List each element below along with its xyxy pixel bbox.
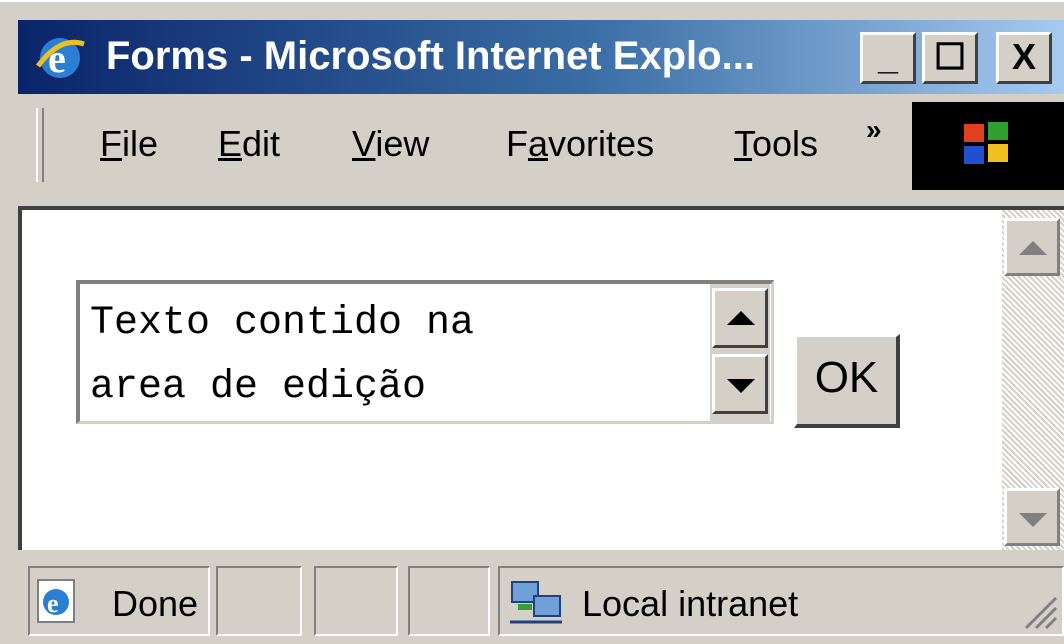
menu-favorites-accel: a xyxy=(528,123,549,164)
arrow-down-icon xyxy=(727,379,755,393)
page-scrollbar[interactable] xyxy=(1002,210,1064,550)
page-scroll-up-button[interactable] xyxy=(1004,218,1060,276)
maximize-icon: ☐ xyxy=(933,36,967,77)
menu-edit-rest: dit xyxy=(242,123,281,164)
menu-bar: File Edit View Favorites Tools » xyxy=(18,96,1064,192)
ok-button[interactable]: OK xyxy=(794,334,900,428)
browser-window: e Forms - Microsoft Internet Explo... _ … xyxy=(0,0,1064,644)
menu-tools[interactable]: Tools xyxy=(734,122,818,166)
menu-favorites[interactable]: Favorites xyxy=(506,122,654,166)
network-computers-icon xyxy=(506,574,566,630)
status-pane-4 xyxy=(408,566,490,636)
close-button[interactable]: X xyxy=(996,32,1052,84)
toolbar-grip[interactable] xyxy=(36,108,44,182)
text-area[interactable]: Texto contido na area de edição xyxy=(76,280,774,424)
maximize-button[interactable]: ☐ xyxy=(922,32,978,84)
window-top-edge xyxy=(0,0,1064,18)
menu-view[interactable]: View xyxy=(352,122,429,166)
page-content: Texto contido na area de edição OK xyxy=(18,206,1064,550)
menu-view-rest: iew xyxy=(375,123,430,164)
arrow-down-icon xyxy=(1019,513,1047,527)
menu-view-accel: V xyxy=(352,123,376,164)
status-text: Done xyxy=(112,583,199,624)
menu-edit-accel: E xyxy=(218,123,243,164)
page-scroll-down-button[interactable] xyxy=(1004,488,1060,546)
windows-flag-logo xyxy=(912,102,1064,190)
arrow-up-icon xyxy=(1019,241,1047,255)
menu-file[interactable]: File xyxy=(100,122,158,166)
resize-grip-icon[interactable] xyxy=(1018,590,1058,630)
text-area-scrollbar[interactable] xyxy=(710,284,770,421)
menu-tools-rest: ools xyxy=(752,123,819,164)
menu-overflow-chevron[interactable]: » xyxy=(866,114,882,146)
ie-page-icon: e xyxy=(34,576,80,626)
status-pane-main: e Done xyxy=(28,566,210,636)
window-title: Forms - Microsoft Internet Explo... xyxy=(106,34,755,78)
text-area-scroll-up-button[interactable] xyxy=(712,288,768,348)
menu-favorites-rest: vorites xyxy=(548,123,655,164)
ie-icon: e xyxy=(32,32,88,82)
zone-text: Local intranet xyxy=(582,583,799,624)
status-pane-3 xyxy=(314,566,398,636)
menu-file-accel: F xyxy=(100,123,122,164)
text-area-value[interactable]: Texto contido na area de edição xyxy=(90,292,690,420)
status-bar: e Done Local intranet xyxy=(18,556,1064,644)
menu-file-rest: ile xyxy=(122,123,159,164)
title-bar[interactable]: e Forms - Microsoft Internet Explo... _ … xyxy=(18,20,1064,94)
minimize-button[interactable]: _ xyxy=(860,32,916,84)
minimize-icon: _ xyxy=(877,36,899,77)
arrow-up-icon xyxy=(727,311,755,325)
menu-tools-accel: T xyxy=(734,123,752,164)
svg-text:e: e xyxy=(47,589,59,618)
close-icon: X xyxy=(1011,36,1036,77)
menu-edit[interactable]: Edit xyxy=(218,122,280,166)
status-pane-2 xyxy=(216,566,302,636)
status-pane-zone: Local intranet xyxy=(498,566,1064,636)
text-area-scroll-down-button[interactable] xyxy=(712,354,768,414)
menu-favorites-pre: F xyxy=(506,123,528,164)
